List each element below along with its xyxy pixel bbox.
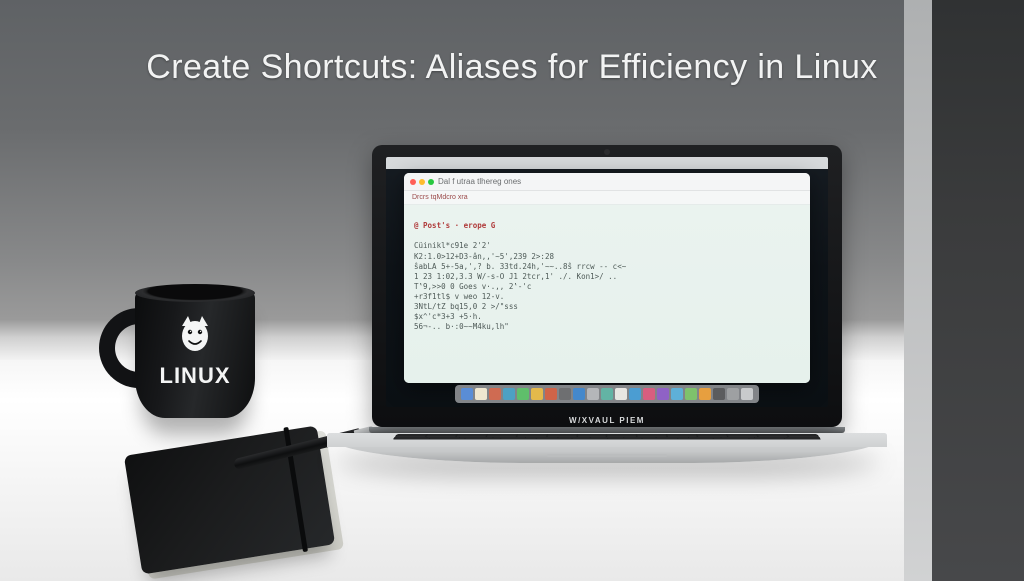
page-title: Create Shortcuts: Aliases for Efficiency… xyxy=(0,48,1024,87)
dock-app-icon xyxy=(713,388,725,400)
laptop-screen: Dal f utraa tlhereg ones Drcrs tqMdcro x… xyxy=(386,157,828,407)
dock-app-icon xyxy=(503,388,515,400)
dock-app-icon xyxy=(643,388,655,400)
keyboard xyxy=(393,434,822,440)
dock-app-icon xyxy=(461,388,473,400)
dock-app-icon xyxy=(671,388,683,400)
key xyxy=(430,438,465,439)
key xyxy=(572,438,607,439)
dock-app-icon xyxy=(559,388,571,400)
dock-app-icon xyxy=(531,388,543,400)
mug-rim xyxy=(135,284,255,302)
dock-app-icon xyxy=(475,388,487,400)
hero-scene: Create Shortcuts: Aliases for Efficiency… xyxy=(0,0,1024,581)
key xyxy=(465,438,500,439)
laptop: Dal f utraa tlhereg ones Drcrs tqMdcro x… xyxy=(372,145,842,463)
minimize-icon xyxy=(419,179,425,185)
maximize-icon xyxy=(428,179,434,185)
terminal-window: Dal f utraa tlhereg ones Drcrs tqMdcro x… xyxy=(404,173,810,383)
mug-body: LINUX xyxy=(135,290,255,418)
wall-edge-highlight xyxy=(904,0,932,581)
key xyxy=(608,438,643,439)
terminal-output: Cüinikl*c91e 2'2' K2:1.0>12+D3-ân,,'~5',… xyxy=(414,241,626,331)
close-icon xyxy=(410,179,416,185)
terminal-subheader: Drcrs tqMdcro xra xyxy=(404,191,810,205)
dock-app-icon xyxy=(699,388,711,400)
terminal-title: Dal f utraa tlhereg ones xyxy=(438,177,521,186)
os-menubar xyxy=(386,157,828,169)
dock-app-icon xyxy=(727,388,739,400)
key xyxy=(394,438,429,439)
key xyxy=(501,438,536,439)
wall-panel xyxy=(932,0,1024,581)
laptop-brand: W/XVAUL PIEM xyxy=(569,416,645,425)
laptop-screen-bezel: Dal f utraa tlhereg ones Drcrs tqMdcro x… xyxy=(372,145,842,427)
mug-text: LINUX xyxy=(135,363,255,389)
laptop-keyboard-deck xyxy=(327,433,887,463)
dock-app-icon xyxy=(573,388,585,400)
key xyxy=(643,438,678,439)
terminal-prompt: @ Post's · erope G xyxy=(414,221,495,230)
dock-app-icon xyxy=(601,388,613,400)
key xyxy=(749,438,784,439)
dock-app-icon xyxy=(629,388,641,400)
terminal-titlebar: Dal f utraa tlhereg ones xyxy=(404,173,810,191)
dock-app-icon xyxy=(545,388,557,400)
window-controls xyxy=(410,179,434,185)
keyboard-row xyxy=(394,438,820,439)
key xyxy=(679,438,714,439)
dock-app-icon xyxy=(615,388,627,400)
webcam xyxy=(604,149,610,155)
os-dock xyxy=(455,385,759,403)
dock-app-icon xyxy=(489,388,501,400)
deck-top xyxy=(327,433,887,447)
dock-app-icon xyxy=(587,388,599,400)
dock-app-icon xyxy=(685,388,697,400)
dock-app-icon xyxy=(657,388,669,400)
tux-icon xyxy=(172,314,218,359)
key xyxy=(536,438,571,439)
dock-app-icon xyxy=(517,388,529,400)
mug-logo: LINUX xyxy=(135,314,255,389)
linux-mug: LINUX xyxy=(135,290,255,418)
terminal-body: @ Post's · erope G Cüinikl*c91e 2'2' K2:… xyxy=(404,205,810,383)
key xyxy=(714,438,749,439)
key xyxy=(785,438,820,439)
trackpad xyxy=(547,454,667,457)
dock-app-icon xyxy=(741,388,753,400)
